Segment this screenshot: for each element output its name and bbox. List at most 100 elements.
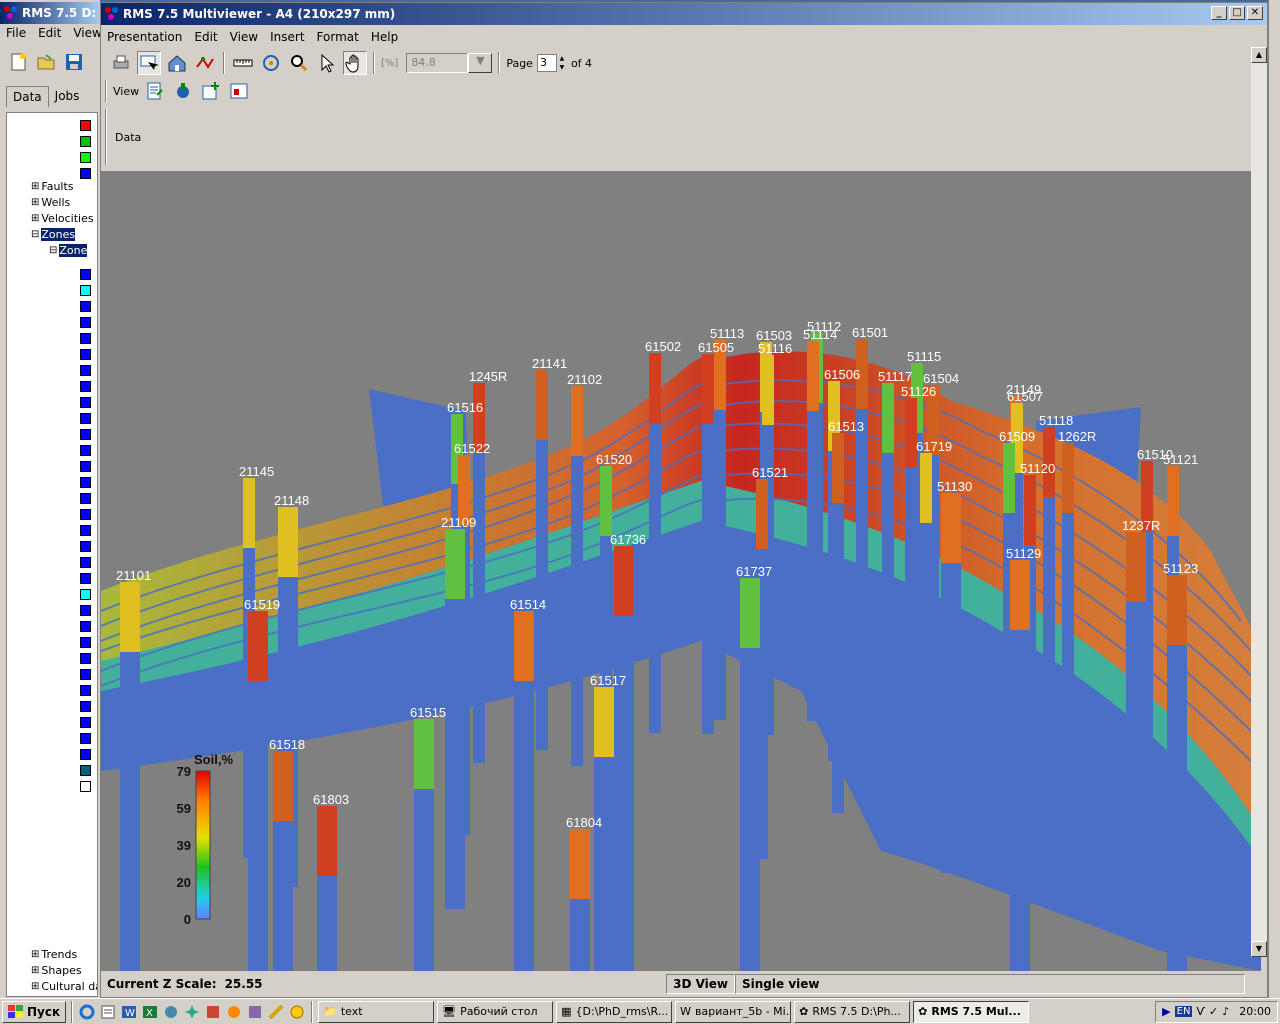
zone-layer-item[interactable] xyxy=(80,426,91,442)
zone-layer-item[interactable] xyxy=(80,410,91,426)
print-icon[interactable] xyxy=(109,51,133,75)
zone-layer-item[interactable] xyxy=(80,570,91,586)
scroll-down-icon[interactable]: ▼ xyxy=(1251,941,1267,957)
tree-item[interactable]: ⊞ Wells xyxy=(31,194,70,210)
zone-layer-item[interactable] xyxy=(80,298,91,314)
scroll-up-icon[interactable]: ▲ xyxy=(1251,47,1267,63)
app-icon[interactable] xyxy=(246,1003,264,1021)
add-object-icon[interactable] xyxy=(199,79,223,103)
tree-item[interactable]: ⊟ Zone xyxy=(49,242,88,258)
app-icon[interactable] xyxy=(267,1003,285,1021)
save-icon[interactable] xyxy=(62,50,86,74)
new-file-icon[interactable] xyxy=(6,50,30,74)
task-button[interactable]: Wвариант_5b - Mi... xyxy=(675,1000,792,1023)
expand-toggle-icon[interactable]: ⊟ xyxy=(31,229,39,240)
tree-item[interactable]: ⊞ Trends xyxy=(31,946,77,962)
zone-layer-item[interactable] xyxy=(80,762,91,778)
antivirus-icon[interactable]: Ѵ xyxy=(1196,1005,1205,1018)
zone-layer-item[interactable] xyxy=(80,314,91,330)
view-settings-icon[interactable] xyxy=(143,79,167,103)
app-icon[interactable] xyxy=(183,1003,201,1021)
insert-plot-icon[interactable] xyxy=(227,79,251,103)
vertical-scrollbar[interactable]: ▲ ▼ xyxy=(1251,47,1267,957)
task-button[interactable]: ✿ RMS 7.5 D:\Ph... xyxy=(794,1000,911,1023)
tree-item[interactable]: ⊟ Zones xyxy=(31,226,76,242)
zone-layer-item[interactable] xyxy=(80,698,91,714)
start-button[interactable]: Пуск xyxy=(2,1000,67,1023)
expand-toggle-icon[interactable]: ⊞ xyxy=(31,965,39,976)
zone-layer-item[interactable] xyxy=(80,394,91,410)
notepad-icon[interactable] xyxy=(99,1003,117,1021)
reservoir-3d-scene[interactable]: 6150251113 6150351112 61501615055111451116… xyxy=(101,171,1261,971)
zone-layer-item[interactable] xyxy=(80,442,91,458)
tree-item[interactable]: ⊞Cultural dat xyxy=(31,978,97,994)
internet-explorer-icon[interactable] xyxy=(78,1003,96,1021)
close-button[interactable]: ✕ xyxy=(1247,6,1263,20)
zone-layer-item[interactable] xyxy=(80,346,91,362)
rotate-view-icon[interactable] xyxy=(259,51,283,75)
zone-layer-item[interactable] xyxy=(80,282,91,298)
zoom-combobox[interactable]: 84.8 ▼ xyxy=(406,53,493,73)
zone-layer-item[interactable] xyxy=(80,714,91,730)
multiviewer-titlebar[interactable]: RMS 7.5 Multiviewer - A4 (210x297 mm) _ … xyxy=(101,3,1267,25)
zone-layer-item[interactable] xyxy=(80,586,91,602)
zoom-icon[interactable] xyxy=(287,51,311,75)
zoom-dropdown-arrow-icon[interactable]: ▼ xyxy=(468,53,493,73)
zone-layer-item[interactable] xyxy=(80,165,91,181)
minimize-button[interactable]: _ xyxy=(1211,6,1227,20)
zone-layer-item[interactable] xyxy=(80,682,91,698)
zone-layer-item[interactable] xyxy=(80,149,91,165)
tree-item[interactable]: ⊞ Shapes xyxy=(31,962,82,978)
expand-toggle-icon[interactable]: ⊞ xyxy=(31,181,39,192)
zoom-value-field[interactable]: 84.8 xyxy=(406,53,469,73)
zone-layer-item[interactable] xyxy=(80,778,91,794)
zone-layer-item[interactable] xyxy=(80,458,91,474)
menu-format[interactable]: Format xyxy=(311,30,365,44)
zone-layer-item[interactable] xyxy=(80,666,91,682)
zone-layer-item[interactable] xyxy=(80,618,91,634)
menu-help[interactable]: Help xyxy=(365,30,404,44)
zone-layer-item[interactable] xyxy=(80,490,91,506)
maximize-button[interactable]: □ xyxy=(1229,6,1245,20)
menu-file[interactable]: File xyxy=(0,26,32,40)
home-view-icon[interactable] xyxy=(165,51,189,75)
app-icon[interactable] xyxy=(204,1003,222,1021)
zone-layer-item[interactable] xyxy=(80,362,91,378)
tree-item[interactable]: ⊞ Velocities xyxy=(31,210,94,226)
zone-layer-item[interactable] xyxy=(80,378,91,394)
open-folder-icon[interactable] xyxy=(34,50,58,74)
ruler-icon[interactable] xyxy=(231,51,255,75)
zone-layer-item[interactable] xyxy=(80,133,91,149)
zone-layer-item[interactable] xyxy=(80,730,91,746)
word-icon[interactable]: W xyxy=(120,1003,138,1021)
expand-toggle-icon[interactable]: ⊞ xyxy=(31,981,39,992)
expand-toggle-icon[interactable]: ⊞ xyxy=(31,949,39,960)
arrow-cursor-icon[interactable] xyxy=(315,51,339,75)
menu-view[interactable]: View xyxy=(224,30,264,44)
well-marker-icon[interactable] xyxy=(171,79,195,103)
network-icon[interactable]: ✓ xyxy=(1209,1005,1218,1018)
3d-viewport[interactable]: 61502 51113 61503 51112 61501 61505 51114 51116… xyxy=(101,171,1261,971)
app-icon[interactable] xyxy=(162,1003,180,1021)
zone-layer-item[interactable] xyxy=(80,330,91,346)
excel-icon[interactable]: X xyxy=(141,1003,159,1021)
menu-presentation[interactable]: Presentation xyxy=(101,30,188,44)
zone-layer-item[interactable] xyxy=(80,117,91,133)
zone-layer-item[interactable] xyxy=(80,522,91,538)
task-button[interactable]: 📁 text xyxy=(318,1000,435,1023)
zone-layer-item[interactable] xyxy=(80,266,91,282)
tree-item[interactable]: ⊞ Faults xyxy=(31,178,74,194)
expand-toggle-icon[interactable]: ⊟ xyxy=(49,245,57,256)
well-path-icon[interactable] xyxy=(193,51,217,75)
volume-icon[interactable]: ♪ xyxy=(1222,1005,1229,1018)
app-icon[interactable] xyxy=(225,1003,243,1021)
play-icon[interactable]: ▶ xyxy=(1162,1005,1170,1018)
tab-data[interactable]: Data xyxy=(6,86,49,107)
zone-layer-item[interactable] xyxy=(80,602,91,618)
page-number-input[interactable]: 3 xyxy=(536,54,557,72)
menu-edit[interactable]: Edit xyxy=(188,30,223,44)
zone-layer-item[interactable] xyxy=(80,506,91,522)
task-button-active[interactable]: ✿ RMS 7.5 Mul... xyxy=(913,1000,1030,1023)
background-window-titlebar[interactable]: RMS 7.5 D: xyxy=(0,2,100,24)
pan-hand-icon[interactable] xyxy=(343,51,367,75)
